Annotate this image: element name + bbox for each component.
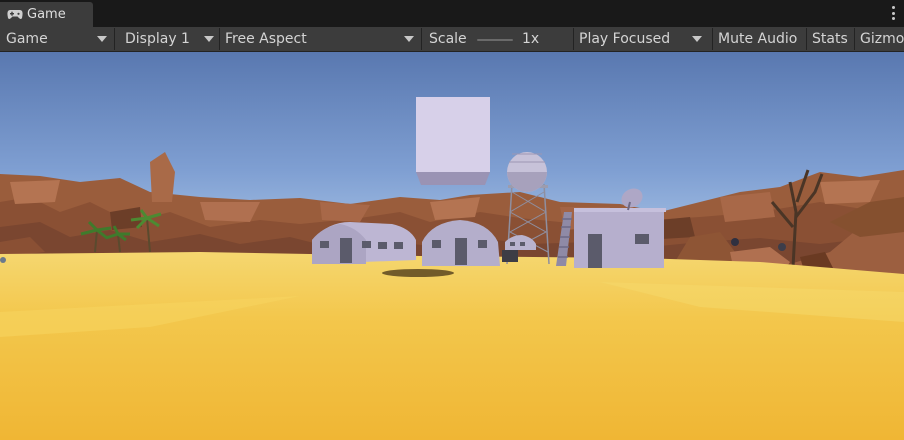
- gizmos-toggle[interactable]: Gizmos: [860, 27, 904, 51]
- display-dropdown[interactable]: Display 1: [125, 27, 190, 51]
- play-focused-label: Play Focused: [579, 31, 671, 47]
- cube-shadow: [382, 269, 454, 277]
- barrels: [502, 250, 518, 262]
- tab-game[interactable]: Game: [0, 2, 93, 27]
- rock-prop: [0, 257, 6, 263]
- display-label: Display 1: [125, 31, 190, 47]
- hut-left: [312, 222, 416, 264]
- game-scene: [0, 52, 904, 440]
- chevron-down-icon: [404, 36, 414, 42]
- more-options-icon[interactable]: [891, 6, 895, 20]
- sand-ground: [0, 252, 904, 440]
- rock-prop: [731, 238, 739, 246]
- game-viewport[interactable]: [0, 52, 904, 440]
- rock-prop: [778, 243, 786, 251]
- chevron-down-icon: [97, 36, 107, 42]
- tab-bar: Game: [0, 0, 904, 27]
- game-toolbar: Game Display 1 Free Aspect Scale 1x Play…: [0, 27, 904, 52]
- scale-value: 1x: [522, 31, 540, 47]
- scale-slider[interactable]: [477, 39, 513, 41]
- tab-label: Game: [27, 7, 66, 22]
- aspect-label: Free Aspect: [225, 31, 307, 47]
- aspect-dropdown[interactable]: Free Aspect: [225, 27, 307, 51]
- game-mode-label: Game: [6, 31, 48, 47]
- chevron-down-icon: [204, 36, 214, 42]
- stats-toggle[interactable]: Stats: [812, 27, 848, 51]
- gamepad-icon: [7, 9, 23, 21]
- play-focused-dropdown[interactable]: Play Focused: [579, 27, 670, 51]
- game-mode-dropdown[interactable]: Game: [6, 27, 48, 51]
- chevron-down-icon: [692, 36, 702, 42]
- mute-audio-toggle[interactable]: Mute Audio: [718, 27, 797, 51]
- floating-cube: [416, 97, 490, 185]
- scale-label: Scale: [429, 31, 467, 47]
